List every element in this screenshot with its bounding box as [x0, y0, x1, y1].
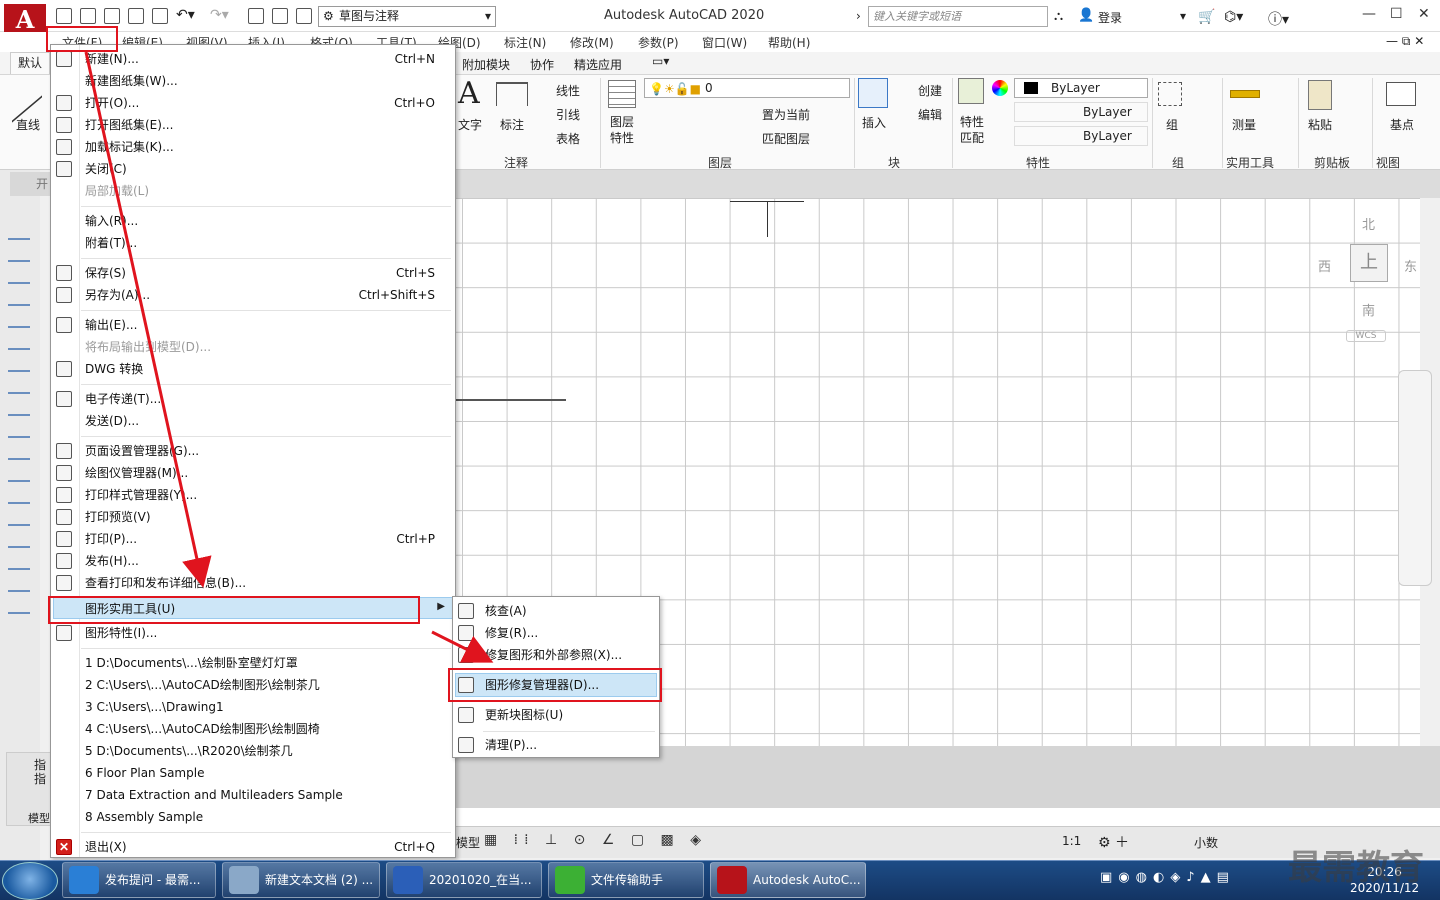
- annotation-arrows: [84, 51, 494, 663]
- ie-icon: [69, 866, 99, 894]
- start-button[interactable]: [2, 862, 58, 900]
- autocad-icon: [717, 866, 747, 894]
- watermark-text: 最需教育: [1288, 848, 1424, 888]
- taskbar-word-label: 20201020_在当...: [429, 873, 532, 887]
- arrow-to-recovery-manager: [431, 630, 494, 663]
- taskbar-wechat-label: 文件传输助手: [591, 873, 664, 887]
- arrow-to-utilities: [84, 51, 212, 588]
- taskbar-notepad[interactable]: 新建文本文档 (2) ...: [222, 862, 380, 898]
- notepad-icon: [229, 866, 259, 894]
- taskbar-ie-label: 发布提问 - 最需...: [105, 873, 201, 887]
- word-icon: [393, 866, 423, 894]
- taskbar-word[interactable]: 20201020_在当...: [386, 862, 542, 898]
- taskbar-autocad[interactable]: Autodesk AutoC...: [710, 862, 866, 898]
- taskbar-ie[interactable]: 发布提问 - 最需...: [62, 862, 216, 898]
- taskbar-notepad-label: 新建文本文档 (2) ...: [265, 873, 374, 887]
- taskbar-autocad-label: Autodesk AutoC...: [753, 873, 861, 887]
- taskbar-wechat[interactable]: 文件传输助手: [548, 862, 704, 898]
- wechat-icon: [555, 866, 585, 894]
